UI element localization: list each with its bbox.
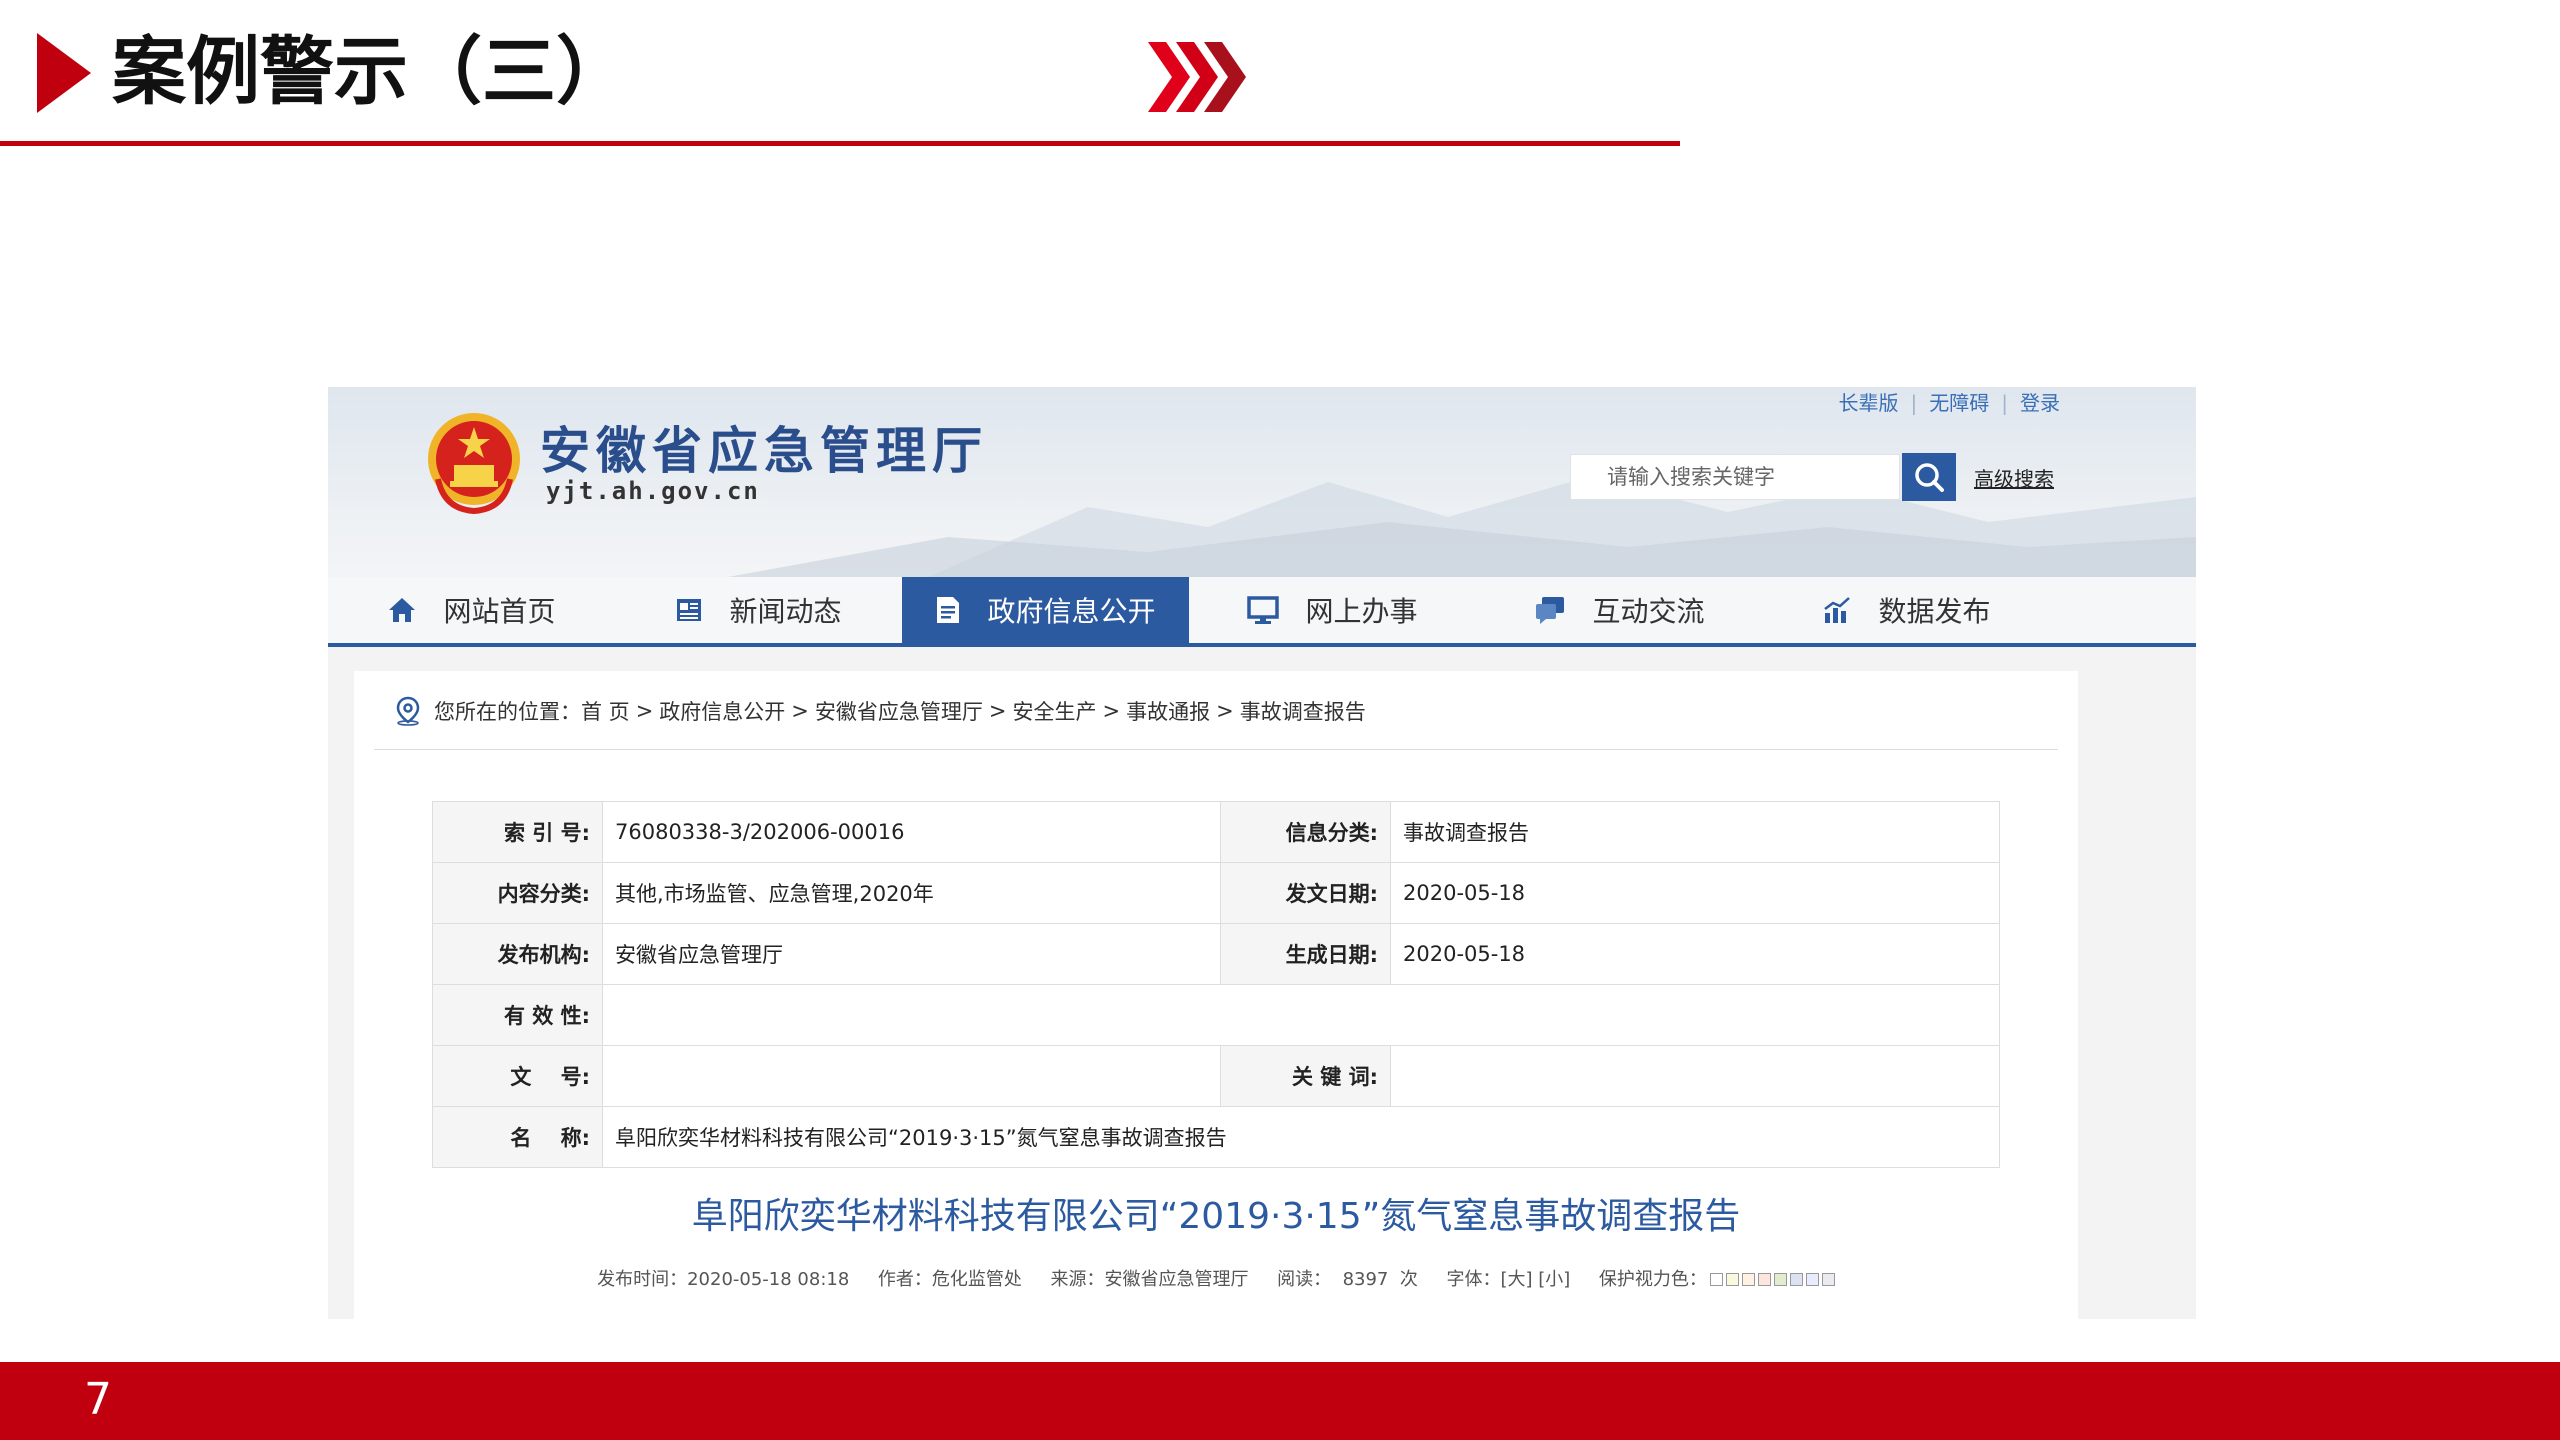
breadcrumb-accident-notice[interactable]: 事故通报	[1126, 696, 1210, 726]
breadcrumb-gov-info[interactable]: 政府信息公开	[659, 696, 785, 726]
breadcrumb-safety[interactable]: 安全生产	[1013, 696, 1097, 726]
table-row: 有 效 性:	[432, 984, 2000, 1046]
doc-no-label: 文 号:	[432, 1045, 603, 1107]
font-large-button[interactable]: [大]	[1500, 1269, 1532, 1290]
nav-item-label: 数据发布	[1878, 595, 1991, 628]
website-screenshot: 安徽省应急管理厅 yjt.ah.gov.cn 长辈版|无障碍|登录 高级搜索 网…	[328, 387, 2196, 1319]
location-pin-icon	[396, 696, 420, 726]
eye-care-color-swatch[interactable]	[1757, 1273, 1771, 1286]
content-class-label: 内容分类:	[432, 862, 603, 924]
doc-no-value	[602, 1045, 1221, 1107]
article-title: 阜阳欣奕华材料科技有限公司“2019·3·15”氮气窒息事故调查报告	[691, 1196, 1741, 1237]
advanced-search-link[interactable]: 高级搜索	[1974, 463, 2054, 492]
eye-care-color-swatch[interactable]	[1789, 1273, 1803, 1286]
eye-care-color-swatch[interactable]	[1773, 1273, 1787, 1286]
nav-item-gov-info[interactable]: 政府信息公开	[902, 577, 1189, 643]
nav-item-label: 互动交流	[1592, 595, 1705, 628]
search-input[interactable]	[1571, 455, 1899, 499]
source: 安徽省应急管理厅	[1104, 1269, 1249, 1290]
title-marker-icon	[37, 33, 91, 113]
monitor-icon	[1247, 596, 1280, 624]
table-row: 名 称: 阜阳欣奕华材料科技有限公司“2019·3·15”氮气窒息事故调查报告	[432, 1106, 2000, 1168]
nav-item-interaction[interactable]: 互动交流	[1476, 577, 1763, 643]
breadcrumb-prefix: 您所在的位置：	[434, 700, 581, 724]
home-icon	[389, 598, 416, 622]
created-date-value: 2020-05-18	[1390, 923, 2000, 985]
nav-item-data-release[interactable]: 数据发布	[1763, 577, 2050, 643]
search-icon	[1915, 463, 1944, 492]
document-icon	[937, 597, 960, 623]
validity-label: 有 效 性:	[432, 984, 603, 1046]
breadcrumb-current[interactable]: 事故调查报告	[1240, 696, 1366, 726]
name-label: 名 称:	[432, 1106, 603, 1168]
issue-date-value: 2020-05-18	[1390, 862, 2000, 924]
keywords-label: 关 键 词:	[1220, 1045, 1391, 1107]
info-class-label: 信息分类:	[1220, 801, 1391, 863]
publisher-label: 发布机构:	[432, 923, 603, 985]
eye-care-color-swatch[interactable]	[1709, 1273, 1723, 1286]
nav-item-online-service[interactable]: 网上办事	[1189, 577, 1476, 643]
font-small-button[interactable]: [小]	[1538, 1269, 1570, 1290]
chat-icon	[1536, 597, 1565, 624]
author: 危化监管处	[931, 1269, 1022, 1290]
national-emblem-icon	[428, 413, 520, 515]
content-panel: 您所在的位置： 首 页 > 政府信息公开 > 安徽省应急管理厅 > 安全生产 >…	[354, 671, 2078, 1319]
eye-care-color-swatch[interactable]	[1741, 1273, 1755, 1286]
nav-item-home[interactable]: 网站首页	[328, 577, 615, 643]
site-name: 安徽省应急管理厅	[540, 422, 988, 480]
eye-care-color-swatch[interactable]	[1821, 1273, 1835, 1286]
footer-bar	[0, 1362, 2560, 1440]
site-header: 安徽省应急管理厅 yjt.ah.gov.cn 长辈版|无障碍|登录 高级搜索	[328, 387, 2196, 577]
table-row: 内容分类: 其他,市场监管、应急管理,2020年 发文日期: 2020-05-1…	[432, 862, 2000, 924]
accessibility-link[interactable]: 无障碍	[1929, 391, 1989, 415]
page-number: 7	[84, 1374, 112, 1425]
search-button[interactable]	[1902, 453, 1956, 501]
slide-title: 案例警示（三）	[112, 29, 630, 115]
login-link[interactable]: 登录	[2020, 391, 2060, 415]
breadcrumb: 您所在的位置： 首 页 > 政府信息公开 > 安徽省应急管理厅 > 安全生产 >…	[394, 691, 1366, 731]
chevron-arrows-icon	[1148, 42, 1246, 112]
view-count: 8397	[1342, 1269, 1389, 1290]
breadcrumb-home[interactable]: 首 页	[581, 696, 630, 726]
search-box	[1570, 454, 1900, 500]
keywords-value	[1390, 1045, 2000, 1107]
table-row: 文 号: 关 键 词:	[432, 1045, 2000, 1107]
content-class-value: 其他,市场监管、应急管理,2020年	[602, 862, 1221, 924]
chart-icon	[1824, 597, 1851, 623]
nav-item-news[interactable]: 新闻动态	[615, 577, 902, 643]
title-divider	[0, 141, 1680, 146]
table-row: 发布机构: 安徽省应急管理厅 生成日期: 2020-05-18	[432, 923, 2000, 985]
eye-care-color-swatch[interactable]	[1805, 1273, 1819, 1286]
eye-care-color-picker	[1707, 1269, 1835, 1290]
created-date-label: 生成日期:	[1220, 923, 1391, 985]
validity-value	[602, 984, 2000, 1046]
nav-item-label: 政府信息公开	[987, 595, 1156, 628]
index-label: 索 引 号:	[432, 801, 603, 863]
index-value: 76080338-3/202006-00016	[602, 801, 1221, 863]
nav-item-label: 网上办事	[1305, 595, 1418, 628]
issue-date-label: 发文日期:	[1220, 862, 1391, 924]
breadcrumb-department[interactable]: 安徽省应急管理厅	[815, 696, 983, 726]
document-meta-table: 索 引 号: 76080338-3/202006-00016 信息分类: 事故调…	[432, 801, 2000, 1168]
article-meta: 发布时间：2020-05-18 08:18 作者：危化监管处 来源：安徽省应急管…	[354, 1265, 2078, 1291]
top-links: 长辈版 | 无障碍 | 登录	[1838, 391, 2061, 415]
site-url: yjt.ah.gov.cn	[546, 477, 760, 505]
table-row: 索 引 号: 76080338-3/202006-00016 信息分类: 事故调…	[432, 801, 2000, 863]
nav-item-label: 网站首页	[443, 595, 556, 628]
slide: 案例警示（三） 安徽省应急管理厅 yjt.ah.gov.cn 长辈版 | 无障碍…	[0, 0, 2560, 1440]
publish-time: 2020-05-18 08:18	[687, 1269, 850, 1290]
publisher-value: 安徽省应急管理厅	[602, 923, 1221, 985]
breadcrumb-divider	[374, 749, 2058, 750]
news-icon	[677, 599, 702, 621]
info-class-value: 事故调查报告	[1390, 801, 2000, 863]
eye-care-color-swatch[interactable]	[1725, 1273, 1739, 1286]
main-nav: 网站首页 新闻动态 政府信息公开 网上办事 互动交流 数据发布	[328, 577, 2196, 647]
name-value: 阜阳欣奕华材料科技有限公司“2019·3·15”氮气窒息事故调查报告	[602, 1106, 2000, 1168]
nav-item-label: 新闻动态	[729, 595, 842, 628]
elder-mode-link[interactable]: 长辈版	[1839, 391, 1899, 415]
